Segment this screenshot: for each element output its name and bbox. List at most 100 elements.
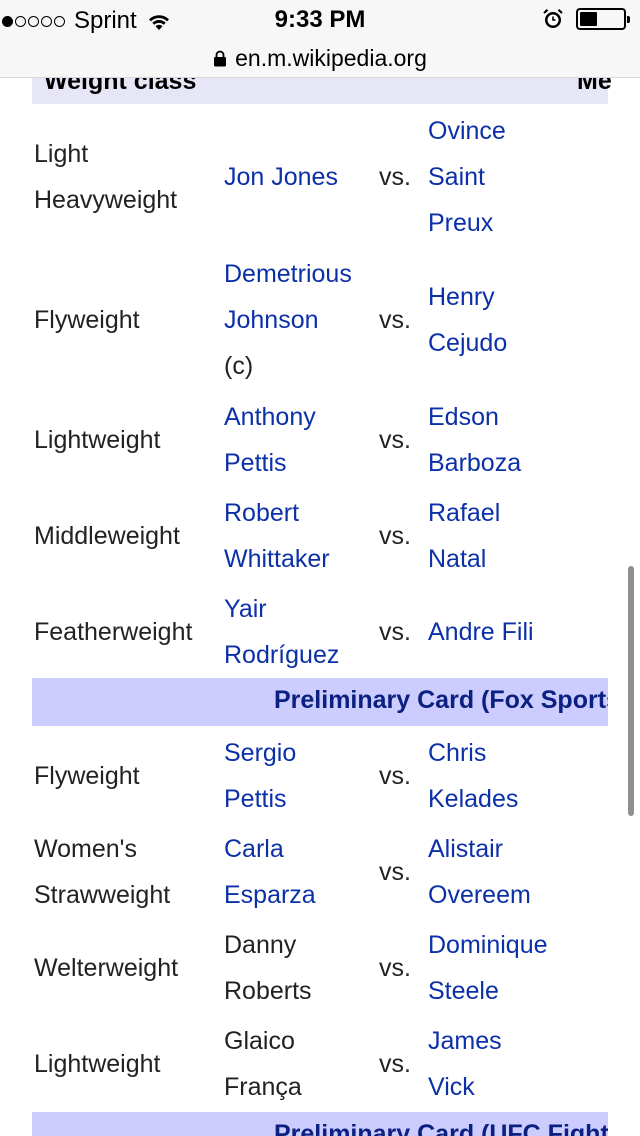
cell-text-line: Women's [34,835,137,863]
table-row: Flyweight Sergio Pettis vs. Chris Kelades [32,728,608,824]
battery-tip [627,16,630,23]
cell-text-line: França [224,1073,302,1101]
cell-text-line: Danny [224,931,297,959]
fighter1-cell: Danny Roberts [224,920,374,1016]
cell-text-line: Welterweight [34,954,179,982]
fighter-link-line[interactable]: Rodríguez [224,632,374,678]
fighter-link-line[interactable]: Ovince [428,108,608,154]
weight-class-cell: Featherweight [34,584,220,680]
fighter2-cell[interactable]: Andre Fili [428,584,608,680]
fighter1-cell[interactable]: Yair Rodríguez [224,584,374,680]
page-content[interactable]: Weight class Me Light Heavyweight Jon Jone… [0,78,640,1136]
fighter-link-line[interactable]: Saint [428,154,608,200]
fighter-link-line[interactable]: Andre Fili [428,609,608,655]
table-row: Light Heavyweight Jon Jones vs. Ovince Saint P… [32,106,608,248]
fighter-link-line[interactable]: Cejudo [428,320,608,366]
alarm-clock-icon [543,8,563,28]
weight-class-cell: Light Heavyweight [34,106,220,248]
table-row: Welterweight Danny Roberts vs. Dominique Stee… [32,920,608,1016]
fighter-link-line[interactable]: Pettis [224,776,374,822]
vs-cell: vs. [379,522,411,550]
fighter1-cell[interactable]: Sergio Pettis [224,728,374,824]
fighter-link-line[interactable]: Whittaker [224,536,374,582]
fighter1-cell: Glaico França [224,1016,374,1112]
url-bar[interactable]: en.m.wikipedia.org [0,40,640,78]
fighter-link-line[interactable]: Natal [428,536,608,582]
fighter-link-line[interactable]: Carla [224,826,374,872]
table-row: Women's Strawweight Carla Esparza vs. Alistai… [32,824,608,920]
vs-cell: vs. [379,618,411,646]
cell-text-line: Middleweight [34,522,180,550]
fighter-link-line[interactable]: Preux [428,200,608,246]
table-row: Lightweight Glaico França vs. James Vick [32,1016,608,1112]
fighter-link-line[interactable]: Dominique [428,922,608,968]
vs-cell: vs. [379,858,411,886]
fighter2-cell[interactable]: Edson Barboza [428,392,608,488]
fighter2-cell[interactable]: Alistair Overeem [428,824,608,920]
fighter-link-line[interactable]: Pettis [224,440,374,486]
cell-text-line: Lightweight [34,426,161,454]
fighter-link-line[interactable]: Jon Jones [224,154,374,200]
cell-text-line: Light [34,140,89,168]
vs-cell: vs. [379,762,411,790]
fighter2-cell[interactable]: Ovince Saint Preux [428,106,608,248]
fighter-link-line[interactable]: Demetrious [224,251,374,297]
fighter2-cell[interactable]: Rafael Natal [428,488,608,584]
url-domain: en.m.wikipedia.org [235,45,427,71]
fighter-link-line[interactable]: Overeem [428,872,608,918]
status-bar: Sprint 9:33 PM [0,0,640,40]
section-header-prelims-ufc: Preliminary Card (UFC Fight [32,1112,608,1136]
table-row: Lightweight Anthony Pettis vs. Edson Barboza [32,392,608,488]
fighter1-cell[interactable]: Demetrious Johnson (c) [224,248,374,392]
fighter-link-line[interactable]: Yair [224,586,374,632]
cell-text-line: Heavyweight [34,186,178,214]
fighter2-cell[interactable]: Chris Kelades [428,728,608,824]
fighter1-cell[interactable]: Anthony Pettis [224,392,374,488]
fighter-link-line[interactable]: Steele [428,968,608,1014]
weight-class-cell: Lightweight [34,1016,220,1112]
cell-text-line: Featherweight [34,618,193,646]
cell-text-line: Strawweight [34,881,171,909]
fighter-link-line[interactable]: Edson [428,394,608,440]
fighter1-cell[interactable]: Jon Jones [224,106,374,248]
fighter-link-line[interactable]: Esparza [224,872,374,918]
fighter-link-line[interactable]: Alistair [428,826,608,872]
weight-class-cell: Flyweight [34,248,220,392]
fighter-link-line[interactable]: Barboza [428,440,608,486]
fighter2-cell[interactable]: Henry Cejudo [428,248,608,392]
vs-cell: vs. [379,1050,411,1078]
header-method: Me [577,78,612,95]
status-right [542,8,630,30]
fighter-link-line[interactable]: Vick [428,1064,608,1110]
fighter1-cell[interactable]: Robert Whittaker [224,488,374,584]
fighter2-cell[interactable]: Dominique Steele [428,920,608,1016]
vs-cell: vs. [379,163,411,191]
weight-class-cell: Women's Strawweight [34,824,220,920]
fighter-link-line[interactable]: Johnson [224,297,374,343]
fighter1-cell[interactable]: Carla Esparza [224,824,374,920]
cell-text-line: Flyweight [34,762,140,790]
fighter2-cell[interactable]: James Vick [428,1016,608,1112]
fighter-link-line[interactable]: Rafael [428,490,608,536]
cell-text-line: Roberts [224,977,312,1005]
fighter-link-line[interactable]: Henry [428,274,608,320]
vs-cell: vs. [379,306,411,334]
header-weight-class: Weight class [44,78,197,95]
vs-cell: vs. [379,426,411,454]
fighter-link-line[interactable]: Sergio [224,730,374,776]
weight-class-cell: Middleweight [34,488,220,584]
weight-class-cell: Lightweight [34,392,220,488]
fighter-link-line[interactable]: James [428,1018,608,1064]
section-title: Preliminary Card (Fox Sports [274,686,608,714]
scrollbar[interactable] [628,566,634,816]
fighter-link-line[interactable]: Anthony [224,394,374,440]
fighter-link-line[interactable]: Chris [428,730,608,776]
cell-text-line: Glaico [224,1027,295,1055]
table-row: Middleweight Robert Whittaker vs. Rafael Nata… [32,488,608,584]
fighter-link-line[interactable]: Kelades [428,776,608,822]
fighter-link-line[interactable]: Robert [224,490,374,536]
champion-marker: (c) [224,352,254,380]
table-header: Weight class Me [32,78,612,104]
cell-text-line: Lightweight [34,1050,161,1078]
section-title: Preliminary Card (UFC Fight [274,1120,608,1136]
